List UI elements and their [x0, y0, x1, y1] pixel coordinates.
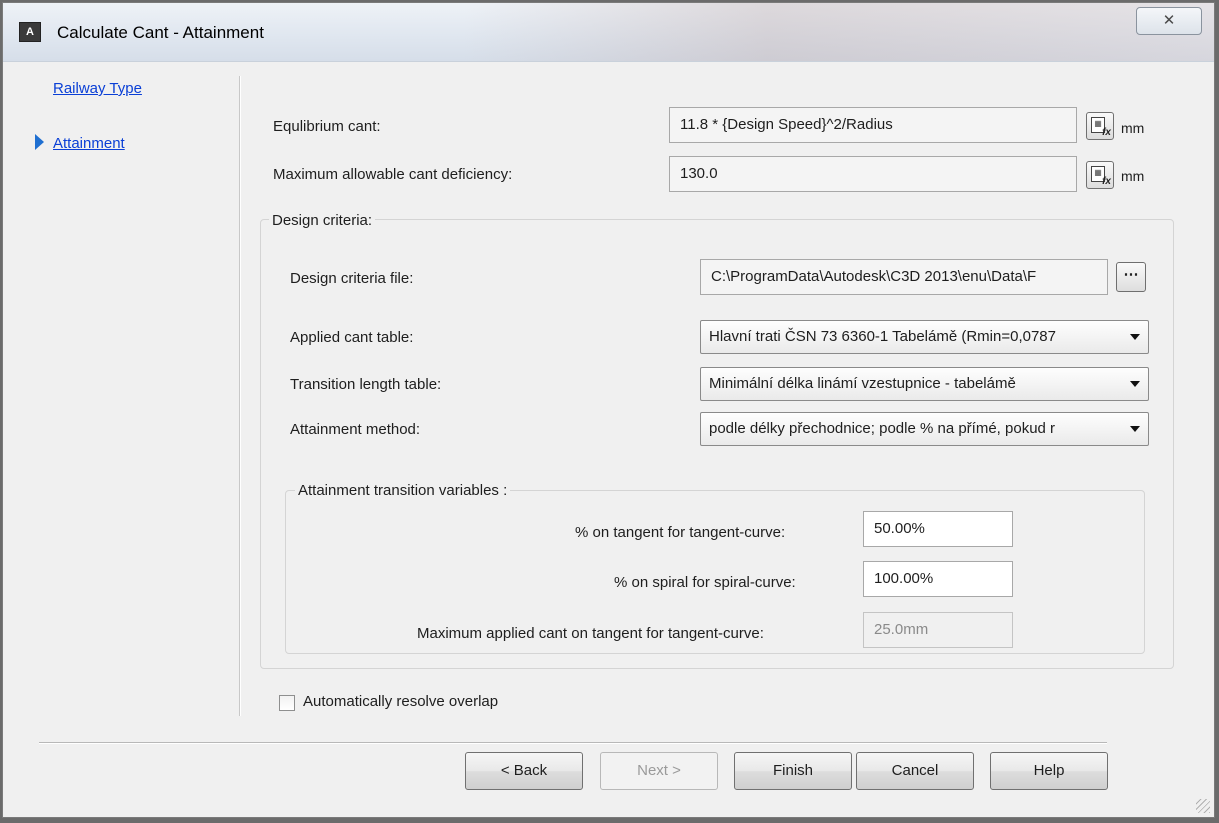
- transition-length-table-label: Transition length table:: [290, 376, 442, 393]
- applied-cant-table-dropdown[interactable]: Hlavní trati ČSN 73 6360-1 Tabelámě (Rmi…: [700, 320, 1149, 354]
- resolve-overlap-label[interactable]: Automatically resolve overlap: [303, 693, 498, 710]
- attainment-method-label: Attainment method:: [290, 421, 421, 438]
- spiral-curve-percent-input[interactable]: 100.00%: [863, 561, 1013, 597]
- transition-variables-group-title: Attainment transition variables :: [295, 482, 511, 499]
- max-applied-cant-label: Maximum applied cant on tangent for tang…: [417, 625, 764, 642]
- next-button: Next >: [600, 752, 718, 790]
- transition-length-table-dropdown[interactable]: Minimální délka linámí vzestupnice - tab…: [700, 367, 1149, 401]
- design-criteria-group-title: Design criteria:: [269, 212, 376, 229]
- applied-cant-table-label: Applied cant table:: [290, 329, 414, 346]
- browse-file-button[interactable]: ⋯: [1116, 262, 1146, 292]
- dialog-client: Railway Type Attainment Equlibrium cant:…: [3, 62, 1214, 817]
- equilibrium-expression-calculator-button[interactable]: ▦ fx: [1086, 112, 1114, 140]
- back-button[interactable]: < Back: [465, 752, 583, 790]
- nav-divider: [239, 76, 241, 716]
- design-criteria-file-label: Design criteria file:: [290, 270, 414, 287]
- dialog-window: A Calculate Cant - Attainment ✕ Railway …: [2, 2, 1215, 818]
- autocad-app-icon: A: [19, 22, 41, 42]
- window-title: Calculate Cant - Attainment: [57, 23, 264, 42]
- cant-deficiency-label: Maximum allowable cant deficiency:: [273, 166, 513, 183]
- resolve-overlap-checkbox[interactable]: [279, 695, 295, 711]
- fx-icon: fx: [1102, 176, 1111, 187]
- chevron-down-icon: [1130, 334, 1140, 340]
- chevron-down-icon: [1130, 381, 1140, 387]
- design-criteria-file-field[interactable]: C:\ProgramData\Autodesk\C3D 2013\enu\Dat…: [700, 259, 1108, 295]
- cant-deficiency-field[interactable]: 130.0: [669, 156, 1077, 192]
- nav-item-attainment[interactable]: Attainment: [53, 135, 125, 152]
- attainment-method-dropdown[interactable]: podle délky přechodnice; podle % na přím…: [700, 412, 1149, 446]
- equilibrium-cant-label: Equlibrium cant:: [273, 118, 381, 135]
- tangent-curve-percent-input[interactable]: 50.00%: [863, 511, 1013, 547]
- equilibrium-cant-unit: mm: [1121, 120, 1145, 136]
- help-button[interactable]: Help: [990, 752, 1108, 790]
- cancel-button[interactable]: Cancel: [856, 752, 974, 790]
- current-step-arrow-icon: [35, 134, 44, 150]
- nav-item-railway-type[interactable]: Railway Type: [53, 80, 142, 97]
- chevron-down-icon: [1130, 426, 1140, 432]
- attainment-method-value: podle délky přechodnice; podle % na přím…: [709, 420, 1056, 437]
- title-bar: A Calculate Cant - Attainment ✕: [3, 3, 1214, 62]
- equilibrium-cant-field[interactable]: 11.8 * {Design Speed}^2/Radius: [669, 107, 1077, 143]
- transition-length-table-value: Minimální délka linámí vzestupnice - tab…: [709, 375, 1016, 392]
- title-bar-backdrop: [463, 3, 1214, 61]
- spiral-curve-percent-label: % on spiral for spiral-curve:: [614, 574, 796, 591]
- max-applied-cant-input: 25.0mm: [863, 612, 1013, 648]
- footer-divider: [39, 742, 1107, 744]
- close-button[interactable]: ✕: [1136, 7, 1202, 35]
- deficiency-expression-calculator-button[interactable]: ▦ fx: [1086, 161, 1114, 189]
- finish-button[interactable]: Finish: [734, 752, 852, 790]
- fx-icon: fx: [1102, 127, 1111, 138]
- cant-deficiency-unit: mm: [1121, 168, 1145, 184]
- applied-cant-table-value: Hlavní trati ČSN 73 6360-1 Tabelámě (Rmi…: [709, 328, 1056, 345]
- resize-grip-icon[interactable]: [1196, 799, 1210, 813]
- tangent-curve-percent-label: % on tangent for tangent-curve:: [575, 524, 786, 541]
